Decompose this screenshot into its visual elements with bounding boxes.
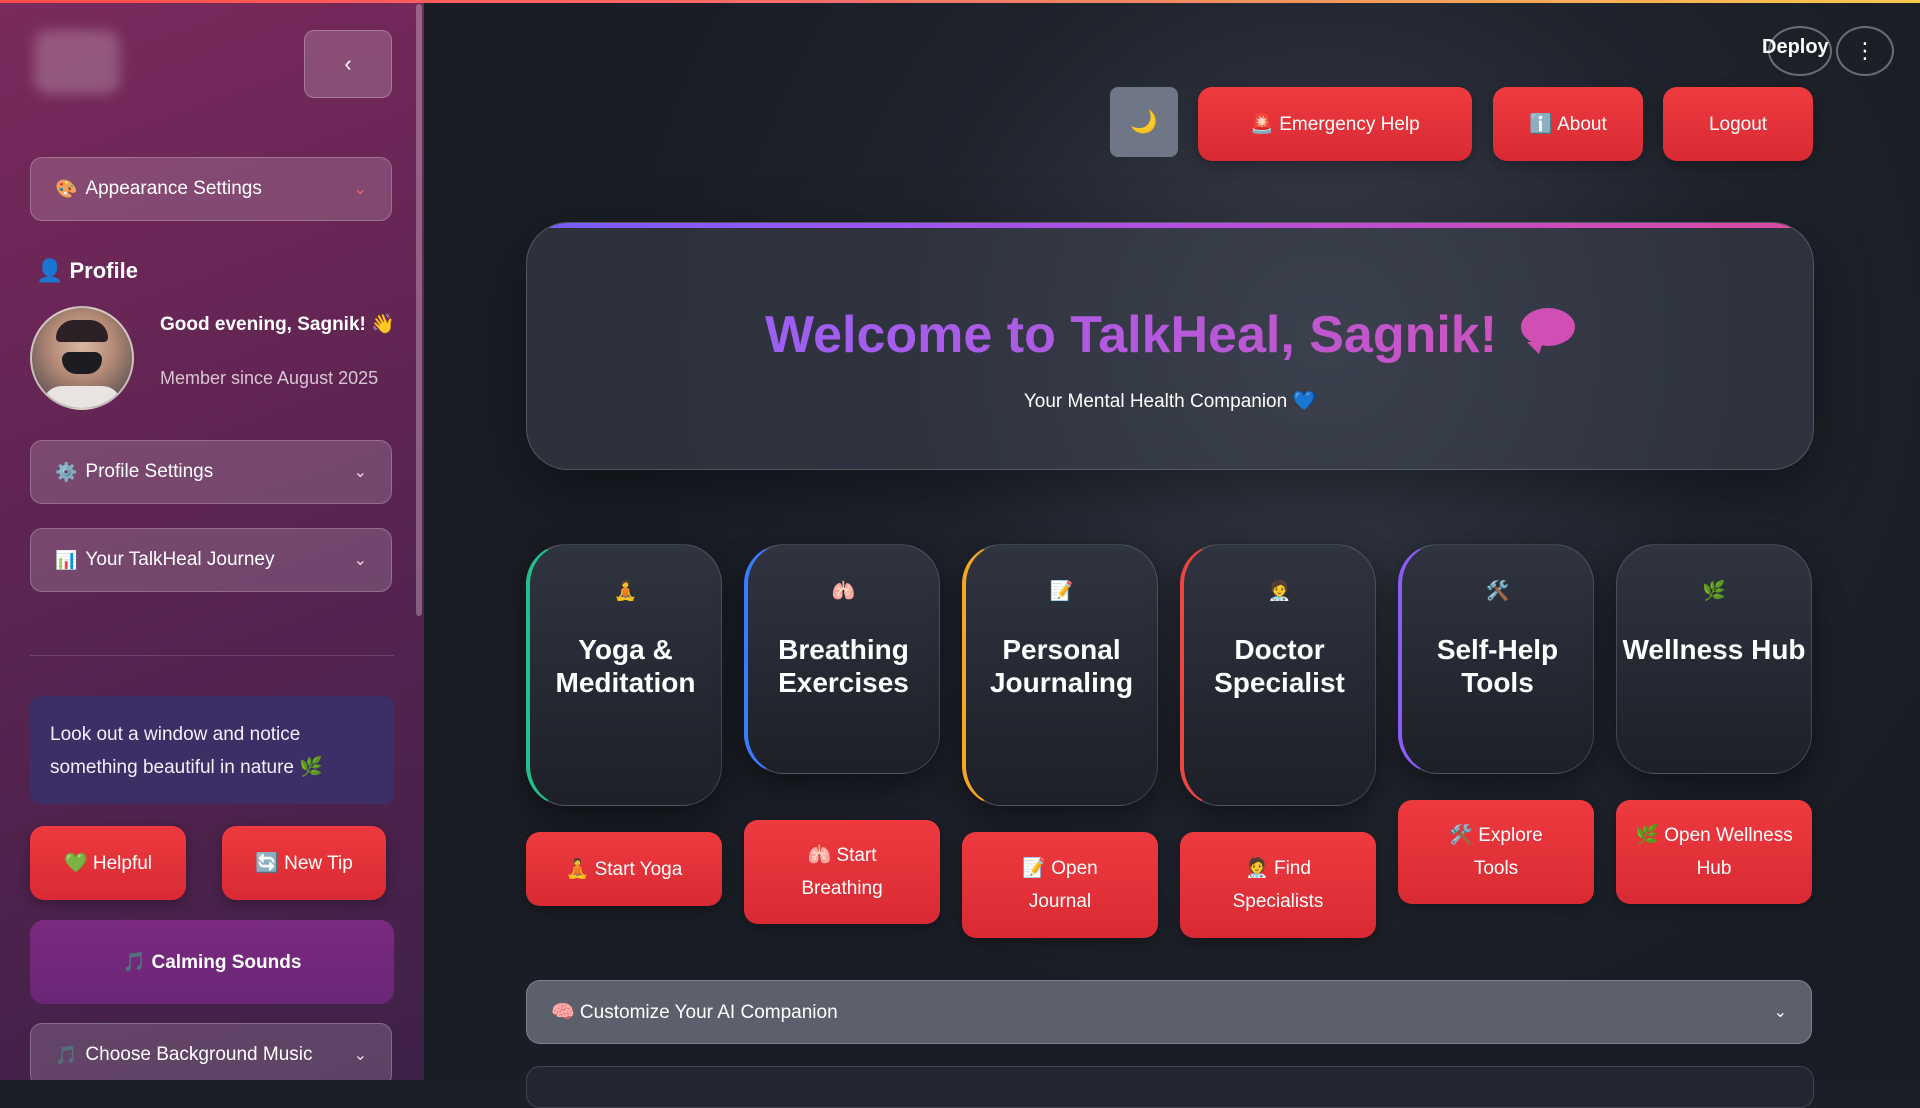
yoga-icon: 🧘 (613, 581, 638, 602)
customize-ai-companion-expander[interactable]: 🧠 Customize Your AI Companion ⌄ (526, 980, 1812, 1044)
palette-icon: 🎨 (55, 178, 78, 199)
hero-title-text: Welcome to TalkHeal, Sagnik! (764, 306, 1498, 364)
feature-card-title: Self-Help Tools (1436, 634, 1559, 698)
appearance-settings-label: Appearance Settings (85, 178, 262, 199)
doctor-icon: 🧑‍⚕️ (1267, 581, 1292, 602)
journey-label: Your TalkHeal Journey (85, 549, 275, 570)
hero-accent-bar (547, 223, 1793, 228)
helpful-button[interactable]: 💚 Helpful (30, 826, 186, 900)
theme-toggle-button[interactable]: 🌙 (1110, 87, 1178, 157)
feature-card-title: Personal Journaling (989, 634, 1134, 698)
hero-subtitle: Your Mental Health Companion 💙 (1023, 391, 1317, 412)
feature-card-yoga[interactable]: 🧘 Yoga & Meditation (526, 544, 722, 806)
open-journal-button[interactable]: 📝 Open Journal (962, 832, 1158, 938)
emergency-help-button[interactable]: 🚨 Emergency Help (1198, 87, 1472, 161)
chevron-down-icon: ⌄ (1773, 1004, 1787, 1021)
wellness-tip-card: Look out a window and notice something b… (30, 696, 394, 804)
chevron-down-icon: ⌄ (353, 1047, 367, 1064)
collapse-sidebar-button[interactable]: ‹ (304, 30, 392, 98)
welcome-hero-card: Welcome to TalkHeal, Sagnik! Your Mental… (526, 222, 1814, 470)
open-wellness-hub-button[interactable]: 🌿 Open Wellness Hub (1616, 800, 1812, 904)
chat-bubble-icon (1521, 308, 1576, 354)
hero-title: Welcome to TalkHeal, Sagnik! (527, 305, 1813, 365)
feature-card-title: Wellness Hub (1622, 634, 1806, 665)
find-specialists-button[interactable]: 🧑‍⚕️ Find Specialists (1180, 832, 1376, 938)
feature-card-doctor[interactable]: 🧑‍⚕️ Doctor Specialist (1180, 544, 1376, 806)
feature-card-self-help[interactable]: 🛠️ Self-Help Tools (1398, 544, 1594, 774)
herb-icon: 🌿 (1702, 581, 1726, 602)
appearance-settings-expander[interactable]: 🎨 Appearance Settings ⌄ (30, 157, 392, 221)
chevron-down-icon: ⌄ (353, 464, 367, 481)
profile-heading: 👤 Profile (36, 258, 138, 283)
sidebar-scrollbar[interactable] (416, 4, 422, 616)
feature-card-title: Breathing Exercises (778, 634, 909, 698)
gear-icon: ⚙️ (55, 461, 78, 482)
main-menu-button[interactable]: ⋮ (1836, 26, 1894, 76)
next-section-container (526, 1066, 1814, 1108)
deploy-button[interactable]: Deploy (1762, 36, 1829, 59)
memo-icon: 📝 (1049, 581, 1074, 602)
customize-ai-companion-label: 🧠 Customize Your AI Companion (551, 1002, 838, 1023)
logout-button[interactable]: Logout (1663, 87, 1813, 161)
app-logo (34, 30, 120, 94)
new-tip-button[interactable]: 🔄 New Tip (222, 826, 386, 900)
feature-card-title: Yoga & Meditation (555, 634, 696, 698)
start-yoga-button[interactable]: 🧘 Start Yoga (526, 832, 722, 906)
background-music-expander[interactable]: 🎵 Choose Background Music ⌄ (30, 1023, 392, 1080)
avatar[interactable] (30, 306, 134, 410)
sidebar-divider (30, 655, 394, 656)
music-icon: 🎵 (55, 1044, 78, 1065)
lungs-icon: 🫁 (831, 581, 856, 602)
calming-sounds-button[interactable]: 🎵 Calming Sounds (30, 920, 394, 1004)
kebab-menu-icon: ⋮ (1854, 38, 1876, 63)
feature-card-journaling[interactable]: 📝 Personal Journaling (962, 544, 1158, 806)
journey-expander[interactable]: 📊 Your TalkHeal Journey ⌄ (30, 528, 392, 592)
feature-card-breathing[interactable]: 🫁 Breathing Exercises (744, 544, 940, 774)
chevron-down-icon: ⌄ (353, 181, 367, 198)
tools-icon: 🛠️ (1485, 581, 1510, 602)
tip-text: Look out a window and notice something b… (50, 724, 323, 778)
profile-settings-expander[interactable]: ⚙️ Profile Settings ⌄ (30, 440, 392, 504)
chart-icon: 📊 (55, 549, 78, 570)
feature-card-wellness[interactable]: 🌿 Wellness Hub (1616, 544, 1812, 774)
top-accent-bar (0, 0, 1920, 3)
chevron-left-icon: ‹ (344, 51, 352, 76)
explore-tools-button[interactable]: 🛠️ Explore Tools (1398, 800, 1594, 904)
start-breathing-button[interactable]: 🫁 Start Breathing (744, 820, 940, 924)
moon-icon: 🌙 (1130, 109, 1158, 134)
chevron-down-icon: ⌄ (353, 552, 367, 569)
greeting-text: Good evening, Sagnik! 👋 (160, 314, 395, 335)
background-music-label: Choose Background Music (85, 1044, 313, 1065)
profile-settings-label: Profile Settings (85, 461, 214, 482)
feature-card-title: Doctor Specialist (1214, 634, 1345, 698)
sidebar: ‹ 🎨 Appearance Settings ⌄ 👤 Profile Good… (0, 0, 425, 1080)
member-since-text: Member since August 2025 (160, 368, 379, 388)
about-button[interactable]: ℹ️ About (1493, 87, 1643, 161)
main-background (424, 0, 1920, 1080)
